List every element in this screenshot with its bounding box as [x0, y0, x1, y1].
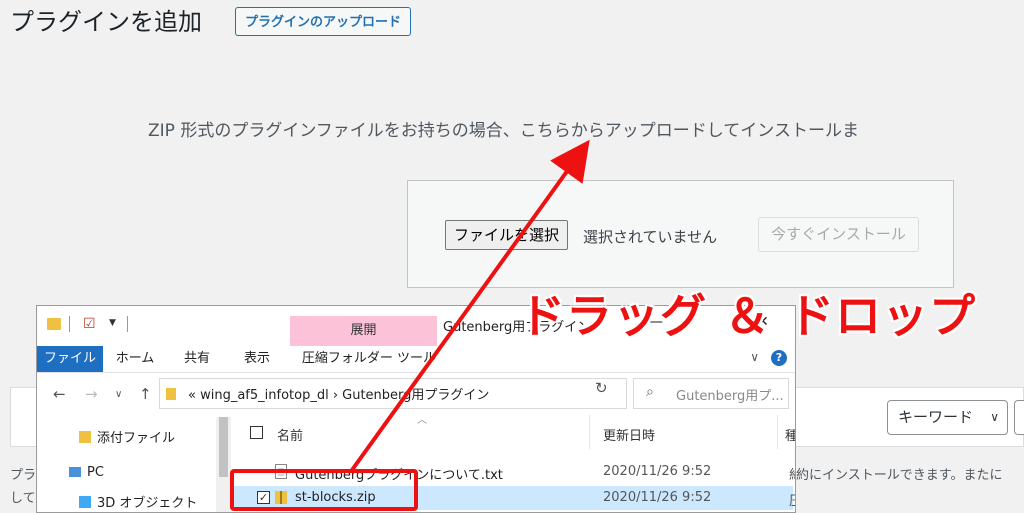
cube-icon — [79, 496, 91, 508]
extract-context-tab[interactable]: 展開 — [290, 316, 437, 346]
select-all-checkbox[interactable] — [250, 426, 263, 439]
page-title: プラグインを追加 — [10, 8, 202, 36]
column-header-name[interactable]: 名前 — [277, 425, 303, 444]
properties-icon[interactable]: ☑ — [83, 316, 96, 332]
scrollbar-thumb[interactable] — [219, 417, 228, 477]
sort-ascending-icon: ︿ — [417, 415, 427, 426]
drag-and-drop-label: ドラッグ ＆ ドロップ — [519, 289, 977, 343]
no-file-selected-text: 選択されていません — [583, 228, 718, 246]
file-extra: 圧 — [789, 490, 795, 509]
plugin-help-text-left: プラ — [10, 468, 37, 483]
choose-file-button[interactable]: ファイルを選択 — [445, 220, 569, 250]
quick-access-dropdown-icon[interactable]: ▼ — [109, 318, 116, 328]
highlight-box — [230, 469, 418, 511]
tab-view[interactable]: 表示 — [233, 346, 281, 372]
install-now-button[interactable]: 今すぐインストール — [758, 217, 919, 252]
address-bar[interactable]: « wing_af5_infotop_dl › Gutenberg用プラグイン — [159, 378, 627, 409]
tab-share[interactable]: 共有 — [173, 346, 221, 372]
file-date: 2020/11/26 9:52 — [603, 464, 712, 479]
chevron-down-icon: ∨ — [990, 410, 999, 424]
plugin-help-text-left-2: して — [10, 491, 36, 506]
address-path: « wing_af5_infotop_dl › Gutenberg用プラグイン — [188, 388, 490, 403]
column-header-date[interactable]: 更新日時 — [603, 425, 655, 444]
nav-item-label: 3D オブジェクト — [97, 496, 198, 511]
help-icon[interactable]: ? — [771, 350, 787, 366]
toolbar-divider — [127, 316, 128, 332]
tab-file[interactable]: ファイル — [37, 346, 103, 372]
toolbar-divider — [69, 316, 70, 332]
nav-item-label: 添付ファイル — [97, 431, 176, 446]
folder-icon — [166, 388, 176, 400]
file-date: 2020/11/26 9:52 — [603, 490, 712, 505]
search-icon: ⌕ — [646, 384, 654, 400]
upload-description: ZIP 形式のプラグインファイルをお持ちの場合、こちらからアップロードしてインス… — [148, 121, 859, 141]
plugin-search-input[interactable] — [1014, 400, 1024, 435]
expand-ribbon-icon[interactable]: ∨ — [750, 350, 759, 364]
address-row: ← → ∨ ↑ « wing_af5_infotop_dl › Gutenber… — [37, 373, 795, 415]
column-divider[interactable] — [777, 415, 778, 449]
search-type-select[interactable]: キーワード ∨ — [887, 400, 1008, 435]
up-icon[interactable]: ↑ — [139, 385, 152, 403]
column-header-extra[interactable]: 種 — [785, 425, 795, 444]
folder-icon — [47, 318, 61, 330]
refresh-icon[interactable]: ↻ — [595, 379, 608, 397]
nav-item-pc[interactable]: PC — [69, 465, 104, 480]
computer-icon — [69, 467, 81, 477]
nav-item-3d-objects[interactable]: 3D オブジェクト — [79, 492, 197, 511]
navigation-pane: 添付ファイル PC 3D オブジェクト — [37, 415, 233, 512]
tab-home[interactable]: ホーム — [109, 346, 161, 372]
ribbon-tabs: ファイル ホーム 共有 表示 圧縮フォルダー ツール ∨ ? — [37, 346, 795, 373]
search-type-label: キーワード — [898, 408, 974, 426]
recent-locations-icon[interactable]: ∨ — [115, 389, 122, 400]
upload-plugin-button[interactable]: プラグインのアップロード — [235, 7, 412, 36]
nav-item-attachments[interactable]: 添付ファイル — [79, 427, 175, 446]
back-icon[interactable]: ← — [53, 385, 66, 403]
folder-search-input[interactable]: ⌕ Gutenberg用プ... — [633, 378, 789, 409]
folder-icon — [79, 431, 91, 443]
forward-icon[interactable]: → — [85, 385, 98, 403]
tab-compressed-folder-tools[interactable]: 圧縮フォルダー ツール — [299, 346, 439, 372]
file-extra: 約 — [789, 464, 795, 483]
search-placeholder: Gutenberg用プ... — [676, 389, 784, 404]
nav-scrollbar[interactable] — [216, 417, 231, 512]
nav-item-label: PC — [87, 465, 104, 480]
column-divider[interactable] — [589, 415, 590, 449]
plugin-help-text: 約にインストールできます。またに — [796, 468, 1003, 483]
